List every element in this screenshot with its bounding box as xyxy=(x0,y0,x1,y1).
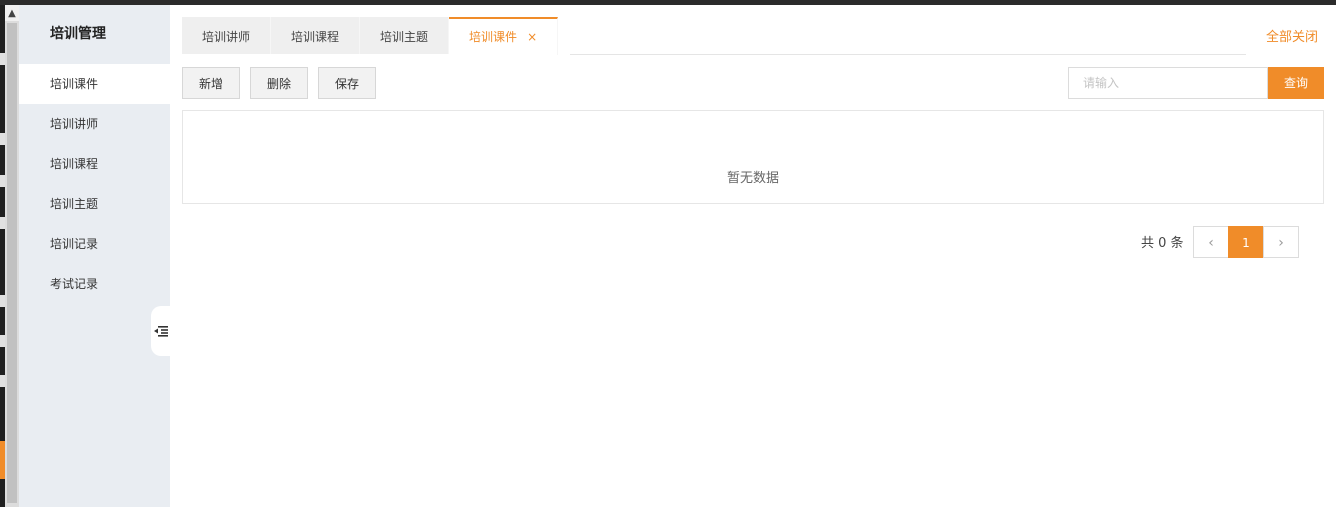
tab-label: 培训课程 xyxy=(291,30,340,44)
prev-page-button[interactable]: ‹ xyxy=(1193,226,1229,258)
close-all-tabs-link[interactable]: 全部关闭 xyxy=(1266,26,1318,45)
sidebar-item-training-courseware[interactable]: 培训课件 xyxy=(19,64,170,104)
scroll-up-arrow-icon[interactable]: ▲ xyxy=(5,5,19,21)
chevron-left-icon: ‹ xyxy=(1208,235,1214,251)
add-button[interactable]: 新增 xyxy=(182,67,240,99)
data-table: 暂无数据 xyxy=(182,110,1324,204)
tab-training-course[interactable]: 培训课程 xyxy=(271,17,361,54)
tab-label: 培训课件 xyxy=(469,30,518,44)
tab-bar: 培训讲师 培训课程 培训主题 培训课件 × xyxy=(182,17,559,55)
tab-training-lecturer[interactable]: 培训讲师 xyxy=(182,17,272,54)
sidebar: 培训管理 培训课件 培训讲师 培训课程 培训主题 培训记录 考试记录 xyxy=(19,5,170,507)
search-button[interactable]: 查询 xyxy=(1268,67,1324,99)
tabs-divider xyxy=(570,54,1246,55)
next-page-button[interactable]: › xyxy=(1263,226,1299,258)
pagination-total: 共 0 条 xyxy=(1141,236,1184,251)
empty-state-text: 暂无数据 xyxy=(726,171,779,186)
chevron-right-icon: › xyxy=(1278,235,1284,251)
tab-label: 培训讲师 xyxy=(202,30,251,44)
tab-training-courseware[interactable]: 培训课件 × xyxy=(449,17,559,55)
top-strip xyxy=(0,0,1336,5)
search-input[interactable] xyxy=(1068,67,1268,99)
sidebar-item-training-course[interactable]: 培训课程 xyxy=(19,144,170,184)
sidebar-item-training-lecturer[interactable]: 培训讲师 xyxy=(19,104,170,144)
tab-close-icon[interactable]: × xyxy=(527,30,537,44)
sidebar-title: 培训管理 xyxy=(50,26,106,42)
sidebar-item-exam-record[interactable]: 考试记录 xyxy=(19,264,170,304)
delete-button[interactable]: 删除 xyxy=(250,67,308,99)
save-button[interactable]: 保存 xyxy=(318,67,376,99)
tab-label: 培训主题 xyxy=(380,30,429,44)
scrollbar-thumb[interactable] xyxy=(7,23,17,503)
collapse-left-icon-glyph xyxy=(153,326,168,337)
collapse-left-icon[interactable] xyxy=(151,306,170,356)
page-number-button[interactable]: 1 xyxy=(1228,226,1264,258)
sidebar-item-training-topic[interactable]: 培训主题 xyxy=(19,184,170,224)
tab-training-topic[interactable]: 培训主题 xyxy=(360,17,450,54)
vertical-scrollbar[interactable]: ▲ xyxy=(5,5,19,507)
sidebar-item-training-record[interactable]: 培训记录 xyxy=(19,224,170,264)
